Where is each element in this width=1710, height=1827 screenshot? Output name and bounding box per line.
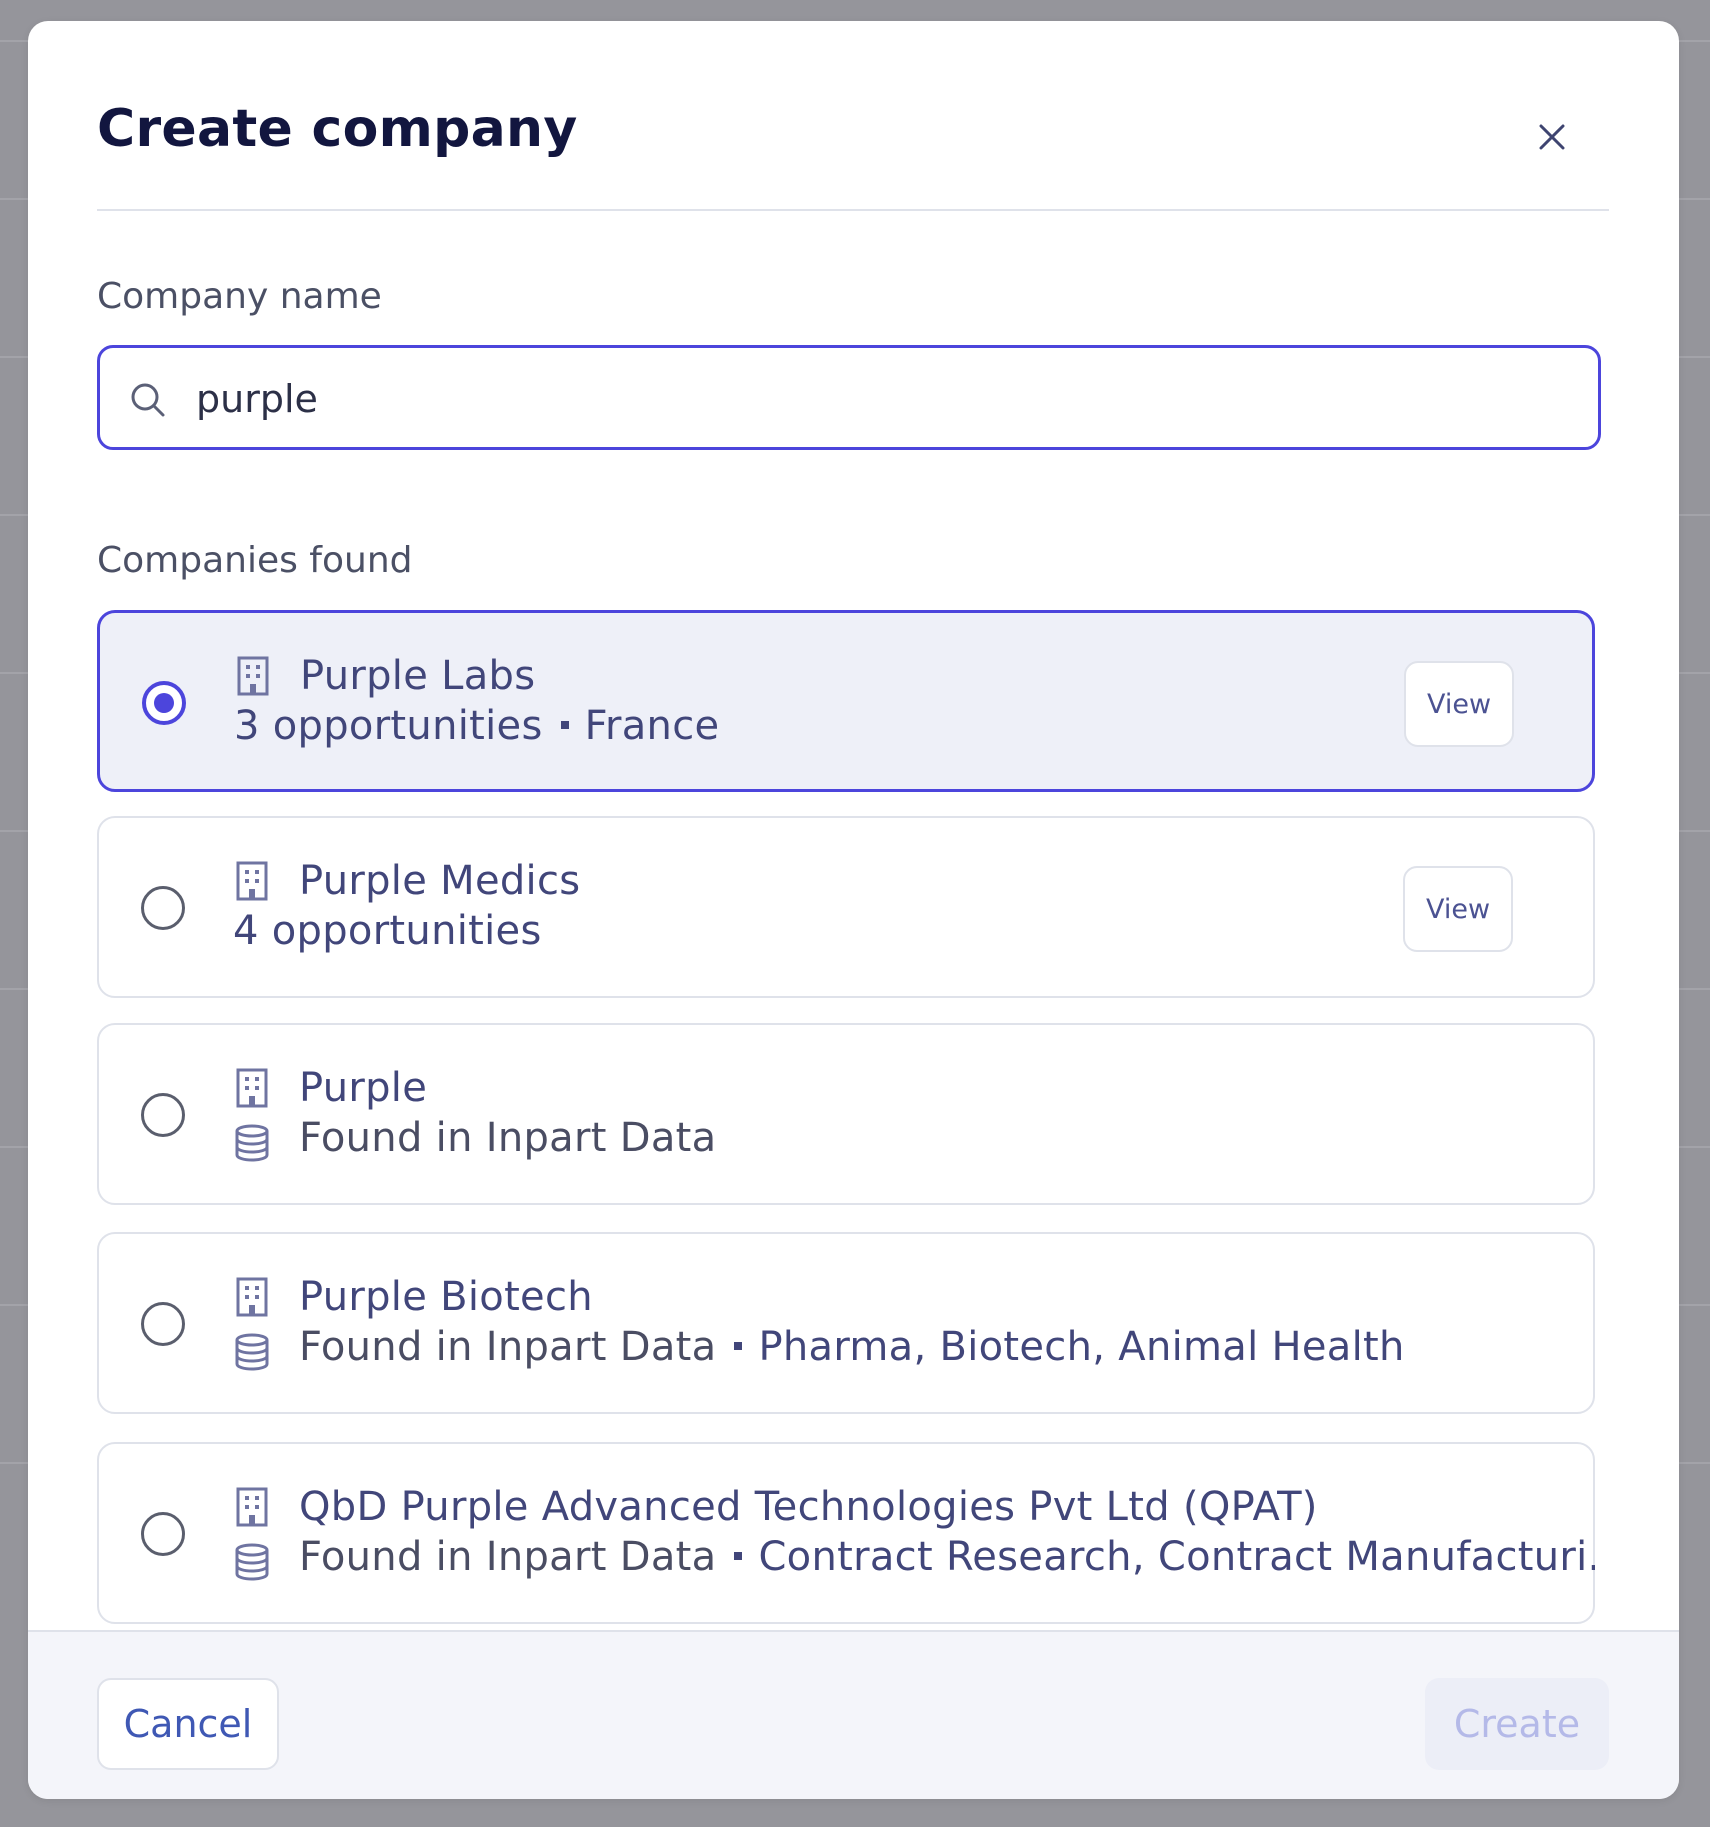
database-icon — [235, 1124, 269, 1162]
company-search-field[interactable] — [97, 345, 1601, 450]
database-icon — [235, 1543, 269, 1581]
companies-found-label: Companies found — [97, 540, 413, 581]
company-name-label: Company name — [97, 276, 382, 317]
company-country: France — [584, 703, 720, 749]
company-name: Purple Medics — [299, 858, 581, 904]
view-button[interactable]: View — [1403, 866, 1513, 952]
building-icon — [236, 1277, 268, 1317]
search-icon — [131, 383, 165, 417]
radio-unselected[interactable] — [141, 886, 185, 930]
building-icon — [236, 861, 268, 901]
radio-selected[interactable] — [142, 681, 186, 725]
data-source: Found in Inpart Data — [299, 1115, 717, 1161]
company-meta: Found in Inpart Data Pharma, Biotech, Ani… — [299, 1324, 1405, 1370]
company-name: QbD Purple Advanced Technologies Pvt Ltd… — [299, 1484, 1318, 1530]
building-icon — [237, 656, 269, 696]
opportunities-count: 3 opportunities — [234, 703, 543, 749]
company-name: Purple Labs — [300, 653, 536, 699]
company-meta: Found in Inpart Data Contract Research, C… — [299, 1534, 1595, 1580]
create-company-dialog: Create company Company name Companies fo… — [28, 21, 1679, 1799]
dialog-footer: Cancel Create — [28, 1630, 1679, 1799]
database-icon — [235, 1333, 269, 1371]
data-source: Found in Inpart Data — [299, 1534, 717, 1580]
company-meta: 3 opportunities France — [234, 703, 719, 749]
company-option[interactable]: Purple Medics 4 opportunities View — [97, 816, 1595, 998]
company-name: Purple — [299, 1065, 428, 1111]
company-meta: 4 opportunities — [233, 908, 542, 954]
company-search-input[interactable] — [196, 368, 1576, 430]
building-icon — [236, 1068, 268, 1108]
company-sectors: Pharma, Biotech, Animal Health — [758, 1324, 1405, 1370]
view-button[interactable]: View — [1404, 661, 1514, 747]
opportunities-count: 4 opportunities — [233, 908, 542, 954]
company-option[interactable]: Purple Labs 3 opportunities France View — [97, 610, 1595, 792]
company-option[interactable]: Purple Found in Inpart Data — [97, 1023, 1595, 1205]
data-source: Found in Inpart Data — [299, 1324, 717, 1370]
company-name: Purple Biotech — [299, 1274, 593, 1320]
cancel-button[interactable]: Cancel — [97, 1678, 279, 1770]
separator-dot — [560, 721, 569, 729]
dialog-title: Create company — [97, 99, 578, 159]
companies-list: Purple Labs 3 opportunities France View P… — [97, 610, 1595, 1630]
company-option[interactable]: QbD Purple Advanced Technologies Pvt Ltd… — [97, 1442, 1595, 1624]
radio-unselected[interactable] — [141, 1512, 185, 1556]
header-divider — [97, 209, 1609, 211]
close-icon — [1539, 124, 1565, 150]
create-button[interactable]: Create — [1425, 1678, 1609, 1770]
radio-dot — [154, 693, 174, 713]
separator-dot — [734, 1342, 743, 1350]
radio-unselected[interactable] — [141, 1093, 185, 1137]
company-sectors: Contract Research, Contract Manufacturi.… — [758, 1534, 1595, 1580]
separator-dot — [734, 1552, 743, 1560]
company-option[interactable]: Purple Biotech Found in Inpart Data Pharm… — [97, 1232, 1595, 1414]
company-meta: Found in Inpart Data — [299, 1115, 716, 1161]
building-icon — [236, 1487, 268, 1527]
close-button[interactable] — [1532, 117, 1572, 157]
radio-unselected[interactable] — [141, 1302, 185, 1346]
